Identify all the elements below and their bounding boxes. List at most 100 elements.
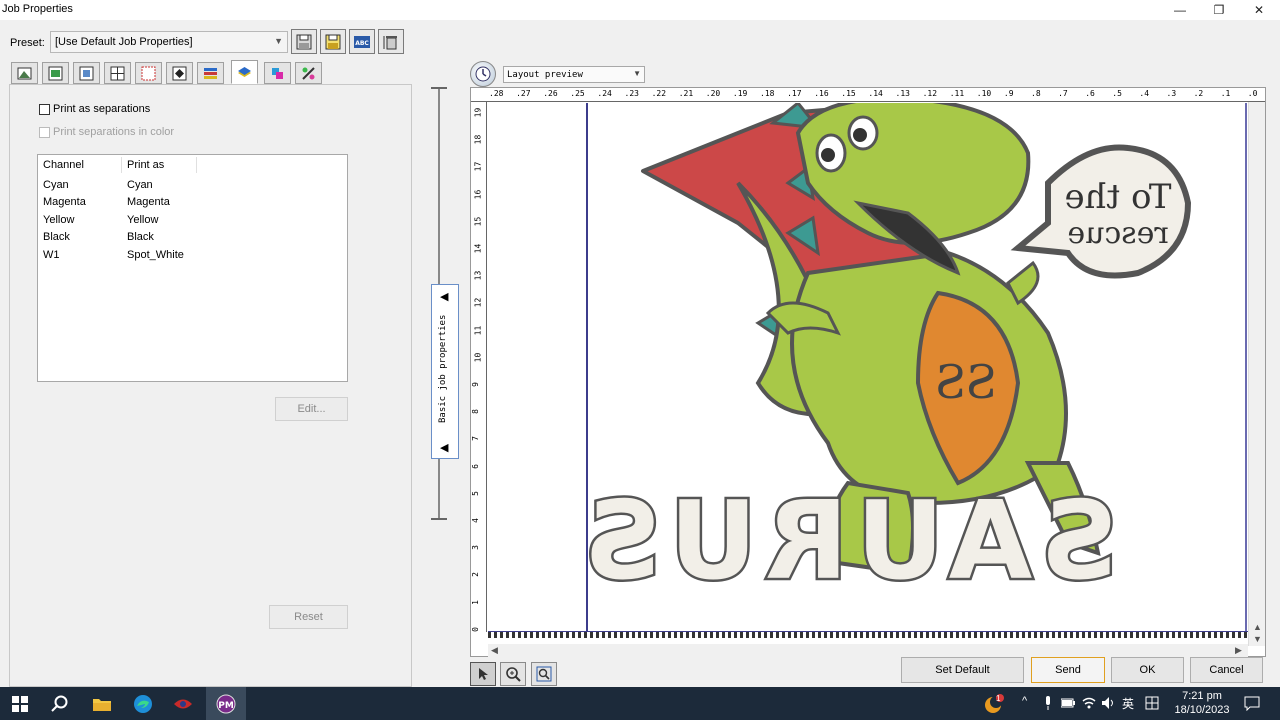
scroll-up-icon[interactable]: ▲ [1253,622,1262,632]
chevron-down-icon: ▼ [633,69,641,78]
scroll-right-icon[interactable]: ▶ [1235,645,1242,656]
fit-view-button[interactable] [531,662,557,686]
ruler-tick-label: .11 [949,89,965,98]
select-tool-button[interactable] [470,662,496,686]
tab-tiling[interactable] [104,62,131,84]
ime-indicator[interactable]: 英 [1122,695,1134,712]
taskbar-print-manager[interactable]: PM [206,687,246,720]
ruler-tick-label: 11 [473,325,483,335]
preview-canvas[interactable]: SS To the rescue SAURUS [488,103,1248,634]
restore-button[interactable]: ❐ [1199,0,1239,20]
taskbar-clock[interactable]: 7:21 pm 18/10/2023 [1164,689,1240,717]
ok-button[interactable]: OK [1111,657,1184,683]
ruler-tick-label: .0 [1247,89,1258,98]
clock-icon [475,66,491,82]
rename-abc-icon: ABC [354,35,370,48]
taskbar-edge[interactable] [123,687,163,720]
delete-preset-button[interactable] [378,29,404,54]
basic-job-properties-toggle[interactable]: ◀ Basic job properties ◀ [431,284,459,459]
save-preset-button[interactable] [291,29,317,54]
collapse-left-icon[interactable]: ◀ [440,441,448,454]
print-as-cell: Yellow [127,214,159,226]
channel-list[interactable]: Channel Print as Cyan Cyan Magenta Magen… [37,154,348,382]
volume-icon[interactable] [1101,696,1117,710]
horizontal-ruler: .28 .27 .26 .25 .24 .23 .22 .21 .20 .19 .18 .17 .16.… [471,88,1265,102]
column-divider[interactable] [121,157,122,173]
chest-logo: SS [935,355,997,409]
save-as-preset-button[interactable] [320,29,346,54]
notifications-icon[interactable] [1244,696,1260,711]
clock-date: 18/10/2023 [1174,704,1230,716]
tab-media[interactable] [11,62,38,84]
print-as-cell: Spot_White [127,249,184,261]
tray-overflow-icon[interactable]: ^ [1022,695,1027,707]
checkbox-box[interactable] [39,103,50,115]
taskbar-app-red[interactable] [163,687,203,720]
close-button[interactable]: ✕ [1239,0,1279,20]
notification-badge: 1 [996,694,1001,703]
color-adjust-icon [302,66,315,80]
wifi-icon[interactable] [1082,696,1096,710]
tab-ink[interactable] [197,62,224,84]
set-default-button[interactable]: Set Default [901,657,1024,683]
minimize-button[interactable]: — [1160,0,1200,20]
zoom-tool-button[interactable] [500,662,526,686]
save-as-icon [325,34,341,49]
start-button[interactable] [0,687,40,720]
zoom-icon [506,667,521,682]
ruler-tick-label: .13 [895,89,910,98]
column-header-print-as[interactable]: Print as [127,159,164,171]
ruler-tick-label: .20 [705,89,721,98]
print-separations-in-color-checkbox: Print separations in color [39,126,174,138]
tray-weather[interactable]: 1 [973,687,1013,720]
splitter-cap [431,518,447,520]
channel-cell: Yellow [43,214,75,226]
ruler-tick-label: 14 [473,243,483,254]
table-row[interactable]: Magenta Magenta [38,195,347,212]
table-row[interactable]: Black Black [38,230,347,247]
tab-grid[interactable] [135,62,162,84]
ime-mode-icon[interactable] [1145,696,1159,710]
tab-color-management[interactable] [166,62,193,84]
taskbar-file-explorer[interactable] [82,687,122,720]
ruler-tick-label: .5 [1112,89,1122,98]
ruler-tick-label: .27 [516,89,531,98]
preview-mode-value: Layout preview [507,69,583,80]
tab-layout[interactable] [42,62,69,84]
rename-preset-button[interactable]: ABC [349,29,375,54]
scroll-down-icon[interactable]: ▼ [1253,634,1262,644]
print-as-separations-checkbox[interactable]: Print as separations [39,103,150,115]
ruler-tick-label: 6 [471,463,480,469]
vertical-scrollbar[interactable]: ▲ ▼ [1248,102,1265,646]
table-row[interactable]: W1 Spot_White [38,248,347,265]
tab-scaling[interactable] [73,62,100,84]
horizontal-scrollbar[interactable]: ◀ ▶ [488,644,1248,657]
channel-cell: W1 [43,249,60,261]
table-row[interactable]: Yellow Yellow [38,213,347,230]
send-button[interactable]: Send [1031,657,1105,683]
column-header-channel[interactable]: Channel [43,159,84,171]
column-divider[interactable] [196,157,197,173]
microphone-icon[interactable] [1043,696,1053,710]
preview-refresh-button[interactable] [470,61,496,87]
collapse-left-icon[interactable]: ◀ [440,290,448,303]
cancel-button[interactable]: Cancel [1190,657,1263,683]
scroll-left-icon[interactable]: ◀ [491,645,498,656]
preview-mode-dropdown[interactable]: Layout preview ▼ [503,66,645,83]
media-icon [17,67,32,79]
tab-color-adjust[interactable] [295,62,322,84]
edge-icon [134,694,152,713]
tab-spot-color[interactable] [264,62,291,84]
battery-icon[interactable] [1061,698,1075,708]
preset-dropdown[interactable]: [Use Default Job Properties] ▼ [50,31,288,53]
layout-preview: .28.27.26.25.24.23.22.21.20.19.18.17.16.… [470,87,1266,657]
print-separations-in-color-label: Print separations in color [53,126,175,138]
taskbar: PM 1 ^ 英 7:21 pm 18/10/2023 [0,687,1280,720]
vertical-ruler: 19 18 17 16 15 14 13 12 11 10 9 8 7 6 5 4 3 2 1 0 [471,102,487,632]
tab-separations[interactable] [231,60,258,84]
media-right-edge [1245,103,1247,634]
table-row[interactable]: Cyan Cyan [38,178,347,195]
edit-button: Edit... [275,397,348,421]
svg-text:ABC: ABC [355,40,369,47]
search-button[interactable] [40,687,80,720]
